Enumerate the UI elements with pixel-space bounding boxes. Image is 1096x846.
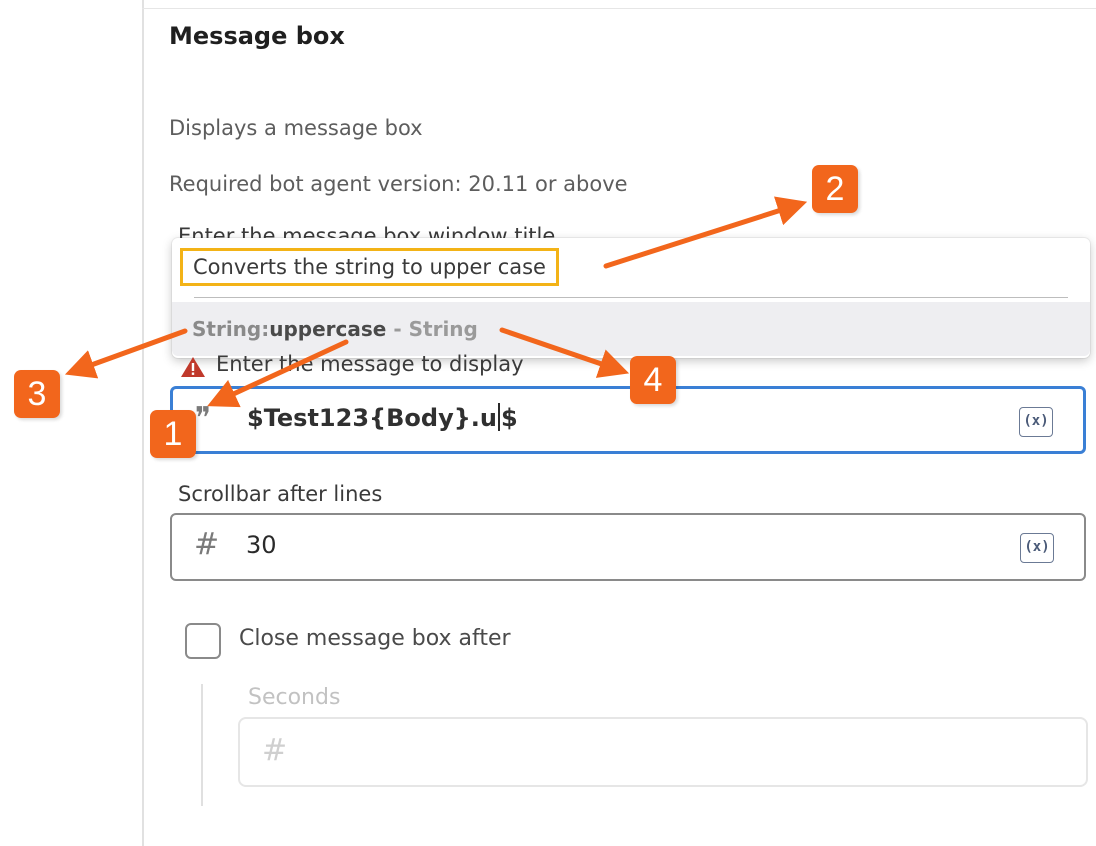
callout-arrow-3 [64, 328, 188, 379]
callout-badge-2: 2 [812, 165, 858, 213]
callout-arrow-4 [499, 327, 630, 378]
callout-arrow-2 [603, 196, 808, 269]
callout-badge-4: 4 [630, 356, 676, 404]
callout-arrow-1 [207, 339, 349, 408]
callout-badge-1: 1 [150, 410, 196, 458]
callout-badge-3: 3 [14, 370, 60, 418]
